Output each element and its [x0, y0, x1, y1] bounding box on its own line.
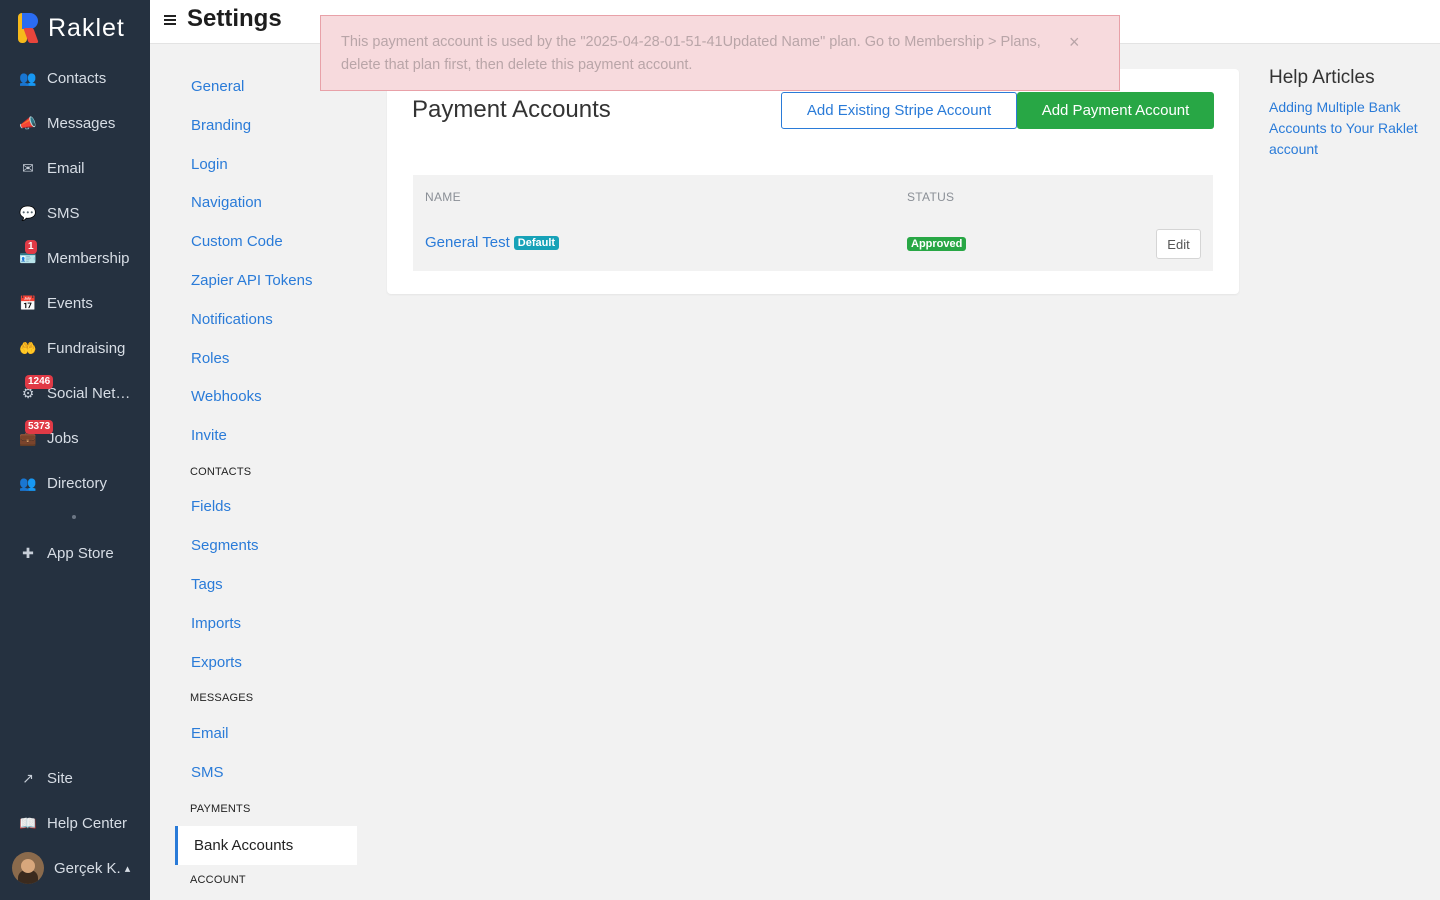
- subnav-link-notifications[interactable]: Notifications: [191, 311, 273, 328]
- sms-icon: 💬: [19, 204, 37, 221]
- donation-icon: 🤲: [19, 339, 37, 356]
- sidebar-item-directory[interactable]: 👥 Directory: [0, 463, 150, 503]
- subnav-link-segments[interactable]: Segments: [191, 537, 259, 554]
- error-alert: This payment account is used by the "202…: [320, 15, 1120, 91]
- subnav-heading-payments: PAYMENTS: [190, 803, 251, 815]
- payment-accounts-card: Payment Accounts Add Existing Stripe Acc…: [387, 69, 1239, 294]
- subnav-link-branding[interactable]: Branding: [191, 117, 251, 134]
- subnav-link-tags[interactable]: Tags: [191, 576, 223, 593]
- column-header-name: NAME: [425, 190, 461, 204]
- sidebar-item-messages[interactable]: 📣 Messages: [0, 103, 150, 143]
- subnav-link-imports[interactable]: Imports: [191, 615, 241, 632]
- directory-icon: 👥: [19, 474, 37, 491]
- user-name: Gerçek K.: [54, 859, 121, 877]
- subnav-link-exports[interactable]: Exports: [191, 654, 242, 671]
- sidebar-item-app-store[interactable]: ✚ App Store: [0, 533, 150, 573]
- subnav-link-bank-accounts[interactable]: Bank Accounts: [175, 826, 357, 865]
- alert-message: This payment account is used by the "202…: [341, 34, 1041, 73]
- subnav-link-login[interactable]: Login: [191, 156, 228, 173]
- sidebar-item-membership[interactable]: 🪪 Membership 1: [0, 238, 150, 278]
- help-articles-title: Help Articles: [1269, 67, 1375, 88]
- sidebar-item-label: Help Center: [47, 814, 128, 832]
- sidebar-item-label: App Store: [47, 544, 114, 562]
- envelope-icon: ✉: [22, 159, 34, 176]
- status-badge: Approved: [907, 237, 967, 251]
- raklet-logo-icon: [18, 13, 39, 43]
- notification-badge: 5373: [25, 420, 54, 434]
- sidebar-item-label: Membership: [47, 249, 130, 267]
- sidebar-item-contacts[interactable]: 👥 Contacts: [0, 58, 150, 98]
- subnav-heading-account: ACCOUNT: [190, 874, 246, 886]
- subnav-link-email[interactable]: Email: [191, 725, 229, 742]
- subnav-link-navigation[interactable]: Navigation: [191, 194, 262, 211]
- sidebar-item-jobs[interactable]: 💼 Jobs 5373: [0, 418, 150, 458]
- add-payment-account-button[interactable]: Add Payment Account: [1017, 92, 1214, 129]
- subnav-link-sms[interactable]: SMS: [191, 764, 224, 781]
- account-name-link[interactable]: General Test Default: [425, 234, 560, 251]
- sidebar-item-sms[interactable]: 💬 SMS: [0, 193, 150, 233]
- edit-button[interactable]: Edit: [1156, 229, 1201, 259]
- subnav-link-custom-code[interactable]: Custom Code: [191, 233, 283, 250]
- main-sidebar: Raklet 👥 Contacts 📣 Messages ✉ Email 💬 S…: [0, 0, 150, 900]
- sidebar-item-fundraising[interactable]: 🤲 Fundraising: [0, 328, 150, 368]
- notification-badge: 1246: [25, 375, 54, 389]
- sidebar-item-label: Site: [47, 769, 73, 787]
- add-existing-stripe-account-button[interactable]: Add Existing Stripe Account: [781, 92, 1017, 129]
- column-header-status: STATUS: [907, 190, 955, 204]
- account-name: General Test: [425, 234, 510, 251]
- raklet-logo[interactable]: Raklet: [18, 12, 125, 44]
- subnav-link-invite[interactable]: Invite: [191, 427, 227, 444]
- sidebar-item-email[interactable]: ✉ Email: [0, 148, 150, 188]
- user-menu[interactable]: Gerçek K. ▴: [0, 848, 150, 888]
- close-icon[interactable]: ×: [1069, 32, 1080, 53]
- users-icon: 👥: [19, 69, 37, 86]
- settings-subnav: General Branding Login Navigation Custom…: [150, 44, 375, 900]
- sidebar-item-label: Email: [47, 159, 85, 177]
- default-badge: Default: [513, 236, 560, 250]
- sidebar-item-social-network[interactable]: ⚙ Social Network 1246: [0, 373, 150, 413]
- subnav-link-roles[interactable]: Roles: [191, 350, 229, 367]
- megaphone-icon: 📣: [19, 114, 37, 131]
- sidebar-item-label: Messages: [47, 114, 116, 132]
- sidebar-item-help-center[interactable]: 📖 Help Center: [0, 803, 150, 843]
- help-article-link[interactable]: Adding Multiple Bank Accounts to Your Ra…: [1269, 97, 1419, 160]
- brand-name: Raklet: [48, 13, 125, 42]
- subnav-link-fields[interactable]: Fields: [191, 498, 231, 515]
- plus-icon: ✚: [22, 544, 34, 561]
- sidebar-item-label: Fundraising: [47, 339, 126, 357]
- sidebar-item-site[interactable]: ↗ Site: [0, 758, 150, 798]
- subnav-link-webhooks[interactable]: Webhooks: [191, 388, 262, 405]
- subnav-heading-contacts: CONTACTS: [190, 466, 252, 478]
- hamburger-menu-icon[interactable]: [164, 15, 176, 25]
- sidebar-item-label: SMS: [47, 204, 80, 222]
- sidebar-item-label: Directory: [47, 474, 108, 492]
- book-icon: 📖: [19, 814, 37, 831]
- sidebar-item-events[interactable]: 📅 Events: [0, 283, 150, 323]
- page-title: Settings: [187, 5, 282, 32]
- subnav-link-general[interactable]: General: [191, 78, 244, 95]
- subnav-heading-messages: MESSAGES: [190, 692, 254, 704]
- caret-up-icon: ▴: [124, 862, 131, 875]
- sidebar-item-label: Contacts: [47, 69, 107, 87]
- calendar-icon: 📅: [19, 294, 37, 311]
- external-link-icon: ↗: [22, 769, 34, 786]
- subnav-link-zapier-api-tokens[interactable]: Zapier API Tokens: [191, 272, 312, 289]
- notification-badge: 1: [25, 240, 37, 254]
- sidebar-item-label: Events: [47, 294, 93, 312]
- card-title: Payment Accounts: [412, 96, 611, 123]
- payment-accounts-table: NAME STATUS General Test Default Approved…: [413, 175, 1213, 271]
- avatar: [12, 852, 44, 884]
- sidebar-item-label: Social Network: [47, 384, 139, 402]
- scroll-indicator: [72, 515, 76, 519]
